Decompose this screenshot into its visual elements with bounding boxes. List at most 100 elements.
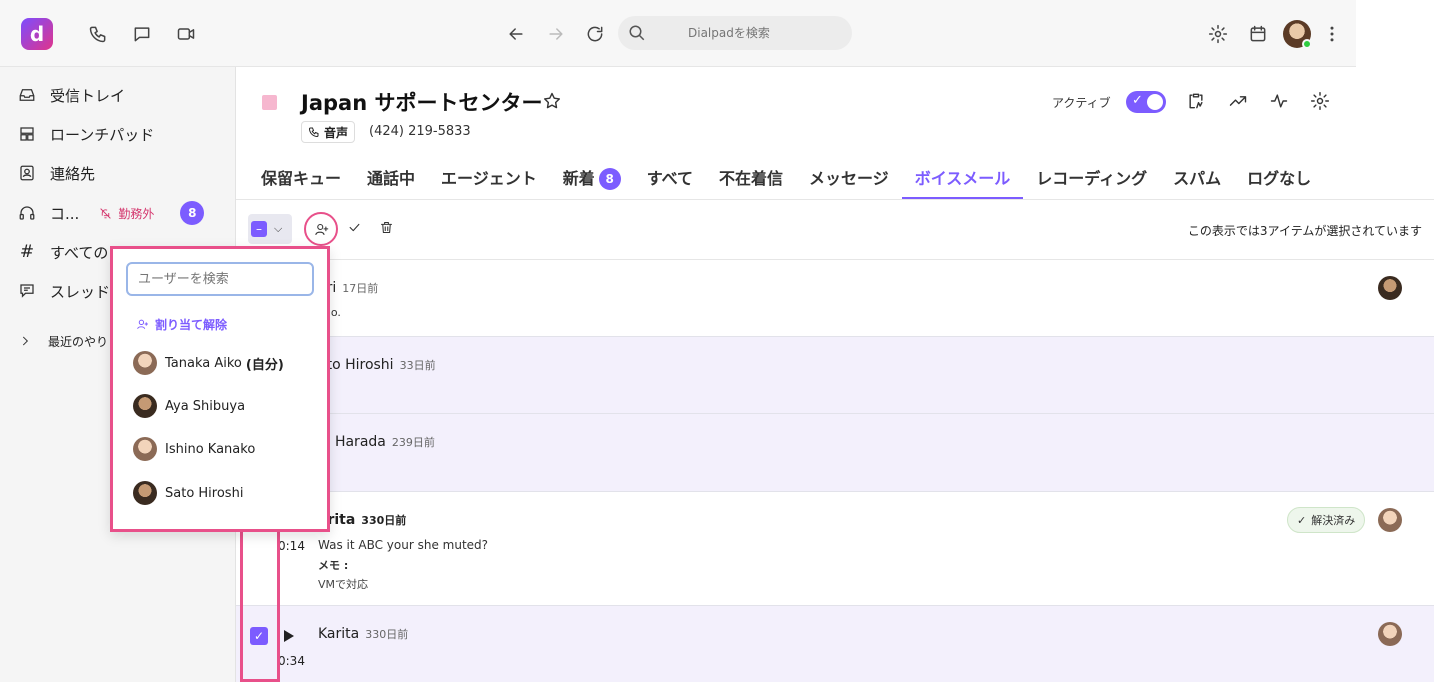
chevron-right-icon bbox=[22, 336, 29, 346]
tab-recordings[interactable]: レコーディング bbox=[1023, 163, 1160, 199]
sidebar-item-inbox[interactable]: 受信トレイ bbox=[18, 82, 125, 108]
sidebar-item-channels[interactable]: # すべての bbox=[18, 239, 108, 265]
sidebar-item-label: コ... bbox=[50, 204, 80, 223]
memo-text: VMで対応 bbox=[318, 578, 369, 591]
user-option[interactable]: Tanaka Aiko (自分) bbox=[133, 350, 284, 376]
back-icon[interactable] bbox=[504, 22, 528, 46]
tab-new[interactable]: 新着 8 bbox=[550, 163, 634, 199]
voicemail-row[interactable]: ato Hiroshi 33日前 bbox=[236, 337, 1434, 414]
selected-count-text: この表示では3アイテムが選択されています bbox=[1187, 224, 1422, 238]
assign-user-icon bbox=[314, 223, 328, 235]
user-search-input[interactable] bbox=[126, 262, 314, 296]
tab-messages[interactable]: メッセージ bbox=[796, 163, 902, 199]
activity-icon[interactable] bbox=[1269, 91, 1291, 113]
phone-icon bbox=[308, 127, 319, 138]
voicemail-row[interactable]: ei Harada 239日前 bbox=[236, 414, 1434, 492]
time-ago: 33日前 bbox=[399, 359, 436, 372]
avatar bbox=[133, 437, 157, 461]
user-option[interactable]: Sato Hiroshi bbox=[133, 480, 243, 506]
time-ago: 239日前 bbox=[391, 436, 435, 449]
duration: 0:34 bbox=[278, 654, 305, 668]
assignee-avatar bbox=[1378, 276, 1402, 300]
play-icon[interactable] bbox=[284, 630, 294, 642]
sidebar-item-threads[interactable]: スレッド bbox=[18, 278, 110, 304]
sidebar-item-contacts[interactable]: 連絡先 bbox=[18, 160, 95, 186]
forward-icon[interactable] bbox=[544, 22, 568, 46]
voicemail-row[interactable]: arita 330日前 0:14 Was it ABC your she mute… bbox=[236, 492, 1434, 606]
refresh-icon[interactable] bbox=[583, 22, 607, 46]
sidebar-item-label: 受信トレイ bbox=[50, 86, 126, 105]
avatar bbox=[133, 481, 157, 505]
tab-agents[interactable]: エージェント bbox=[428, 163, 550, 199]
trending-icon[interactable] bbox=[1228, 91, 1250, 113]
avatar bbox=[133, 351, 157, 375]
launchpad-icon bbox=[20, 127, 34, 141]
tab-missed[interactable]: 不在着信 bbox=[706, 163, 796, 199]
tab-bar: 保留キュー 通話中 エージェント 新着 8 すべて 不在着信 メッセージ ボイスメ… bbox=[248, 163, 1324, 199]
avatar bbox=[133, 394, 157, 418]
settings-icon[interactable] bbox=[1206, 22, 1230, 46]
voicemail-row[interactable]: ✓ Karita 330日前 0:34 bbox=[236, 606, 1434, 682]
phone-icon[interactable] bbox=[86, 22, 110, 46]
memo-label: メモ : bbox=[318, 559, 349, 572]
channel-settings-icon[interactable] bbox=[1310, 91, 1332, 113]
online-status-indicator bbox=[1302, 39, 1312, 49]
hash-icon: # bbox=[19, 242, 35, 262]
check-icon: ✓ bbox=[1132, 93, 1143, 108]
duration: 0:14 bbox=[278, 539, 305, 553]
more-icon[interactable] bbox=[1320, 22, 1344, 46]
tab-hold-queue[interactable]: 保留キュー bbox=[248, 163, 354, 199]
chevron-down-icon: ⌵ bbox=[274, 222, 283, 235]
sidebar-item-label: 連絡先 bbox=[50, 164, 96, 183]
search-icon bbox=[629, 25, 645, 41]
tab-in-call[interactable]: 通話中 bbox=[354, 163, 428, 199]
page-title: Japan サポートセンター bbox=[301, 91, 543, 115]
tab-no-log[interactable]: ログなし bbox=[1234, 163, 1324, 199]
bulk-toolbar: – ⌵ この表示では3アイテムが選択されています bbox=[236, 212, 1434, 248]
channel-color-square bbox=[262, 95, 277, 110]
unassign-option[interactable]: 割り当て解除 bbox=[136, 316, 227, 333]
select-all-dropdown[interactable]: – ⌵ bbox=[248, 214, 292, 244]
app-window: d Dialpadを検索 受信トレイ ローンチパッド 連絡先 コ... 勤務外 … bbox=[0, 0, 1434, 682]
resolved-badge: ✓ 解決済み bbox=[1287, 507, 1366, 533]
user-option[interactable]: Ishino Kanako bbox=[133, 436, 255, 462]
sidebar-item-launchpad[interactable]: ローンチパッド bbox=[18, 121, 154, 147]
dialpad-logo[interactable]: d bbox=[21, 18, 53, 50]
phone-number: (424) 219-5833 bbox=[369, 124, 471, 139]
active-label: アクティブ bbox=[1052, 96, 1111, 110]
tab-all[interactable]: すべて bbox=[634, 163, 706, 199]
mark-resolved-button[interactable] bbox=[347, 220, 365, 238]
trash-icon bbox=[380, 221, 393, 234]
active-toggle[interactable]: ✓ bbox=[1126, 91, 1166, 113]
tab-divider bbox=[236, 199, 1434, 200]
sidebar-item-label: スレッド bbox=[50, 282, 111, 301]
calendar-icon[interactable] bbox=[1246, 22, 1270, 46]
unread-badge: 8 bbox=[180, 201, 205, 225]
check-icon bbox=[349, 223, 360, 232]
delete-button[interactable] bbox=[379, 220, 397, 238]
star-icon[interactable] bbox=[542, 91, 564, 113]
inbox-icon bbox=[19, 89, 35, 101]
bell-off-icon bbox=[100, 207, 112, 219]
time-ago: 17日前 bbox=[342, 282, 379, 295]
assign-user-dropdown: 割り当て解除 Tanaka Aiko(自分) Aya Shibuya Ishin… bbox=[110, 246, 330, 532]
voicemail-row[interactable]: ari17日前 ello. bbox=[236, 260, 1434, 337]
minus-icon: – bbox=[251, 221, 267, 237]
search-input[interactable] bbox=[618, 26, 852, 40]
main-panel: Japan サポートセンター 音声 (424) 219-5833 アクティブ ✓… bbox=[236, 67, 1434, 682]
user-option[interactable]: Aya Shibuya bbox=[133, 393, 245, 419]
video-icon[interactable] bbox=[174, 22, 198, 46]
sidebar-item-label: ローンチパッド bbox=[50, 125, 155, 144]
tab-spam[interactable]: スパム bbox=[1160, 163, 1234, 199]
new-count-badge: 8 bbox=[598, 168, 621, 190]
sidebar-item-label: 最近のやり bbox=[48, 334, 109, 349]
message-icon[interactable] bbox=[130, 22, 154, 46]
search-bar[interactable] bbox=[618, 16, 852, 50]
sidebar-item-recent[interactable]: 最近のやり bbox=[18, 328, 108, 354]
tab-voicemail[interactable]: ボイスメール bbox=[901, 163, 1024, 199]
assign-user-button[interactable] bbox=[304, 212, 338, 246]
time-ago: 330日前 bbox=[365, 628, 409, 641]
sidebar-item-label: すべての bbox=[50, 243, 109, 262]
clipboard-icon[interactable] bbox=[1186, 91, 1208, 113]
sidebar-item-call-center[interactable]: コ... 勤務外 8 bbox=[18, 200, 205, 226]
